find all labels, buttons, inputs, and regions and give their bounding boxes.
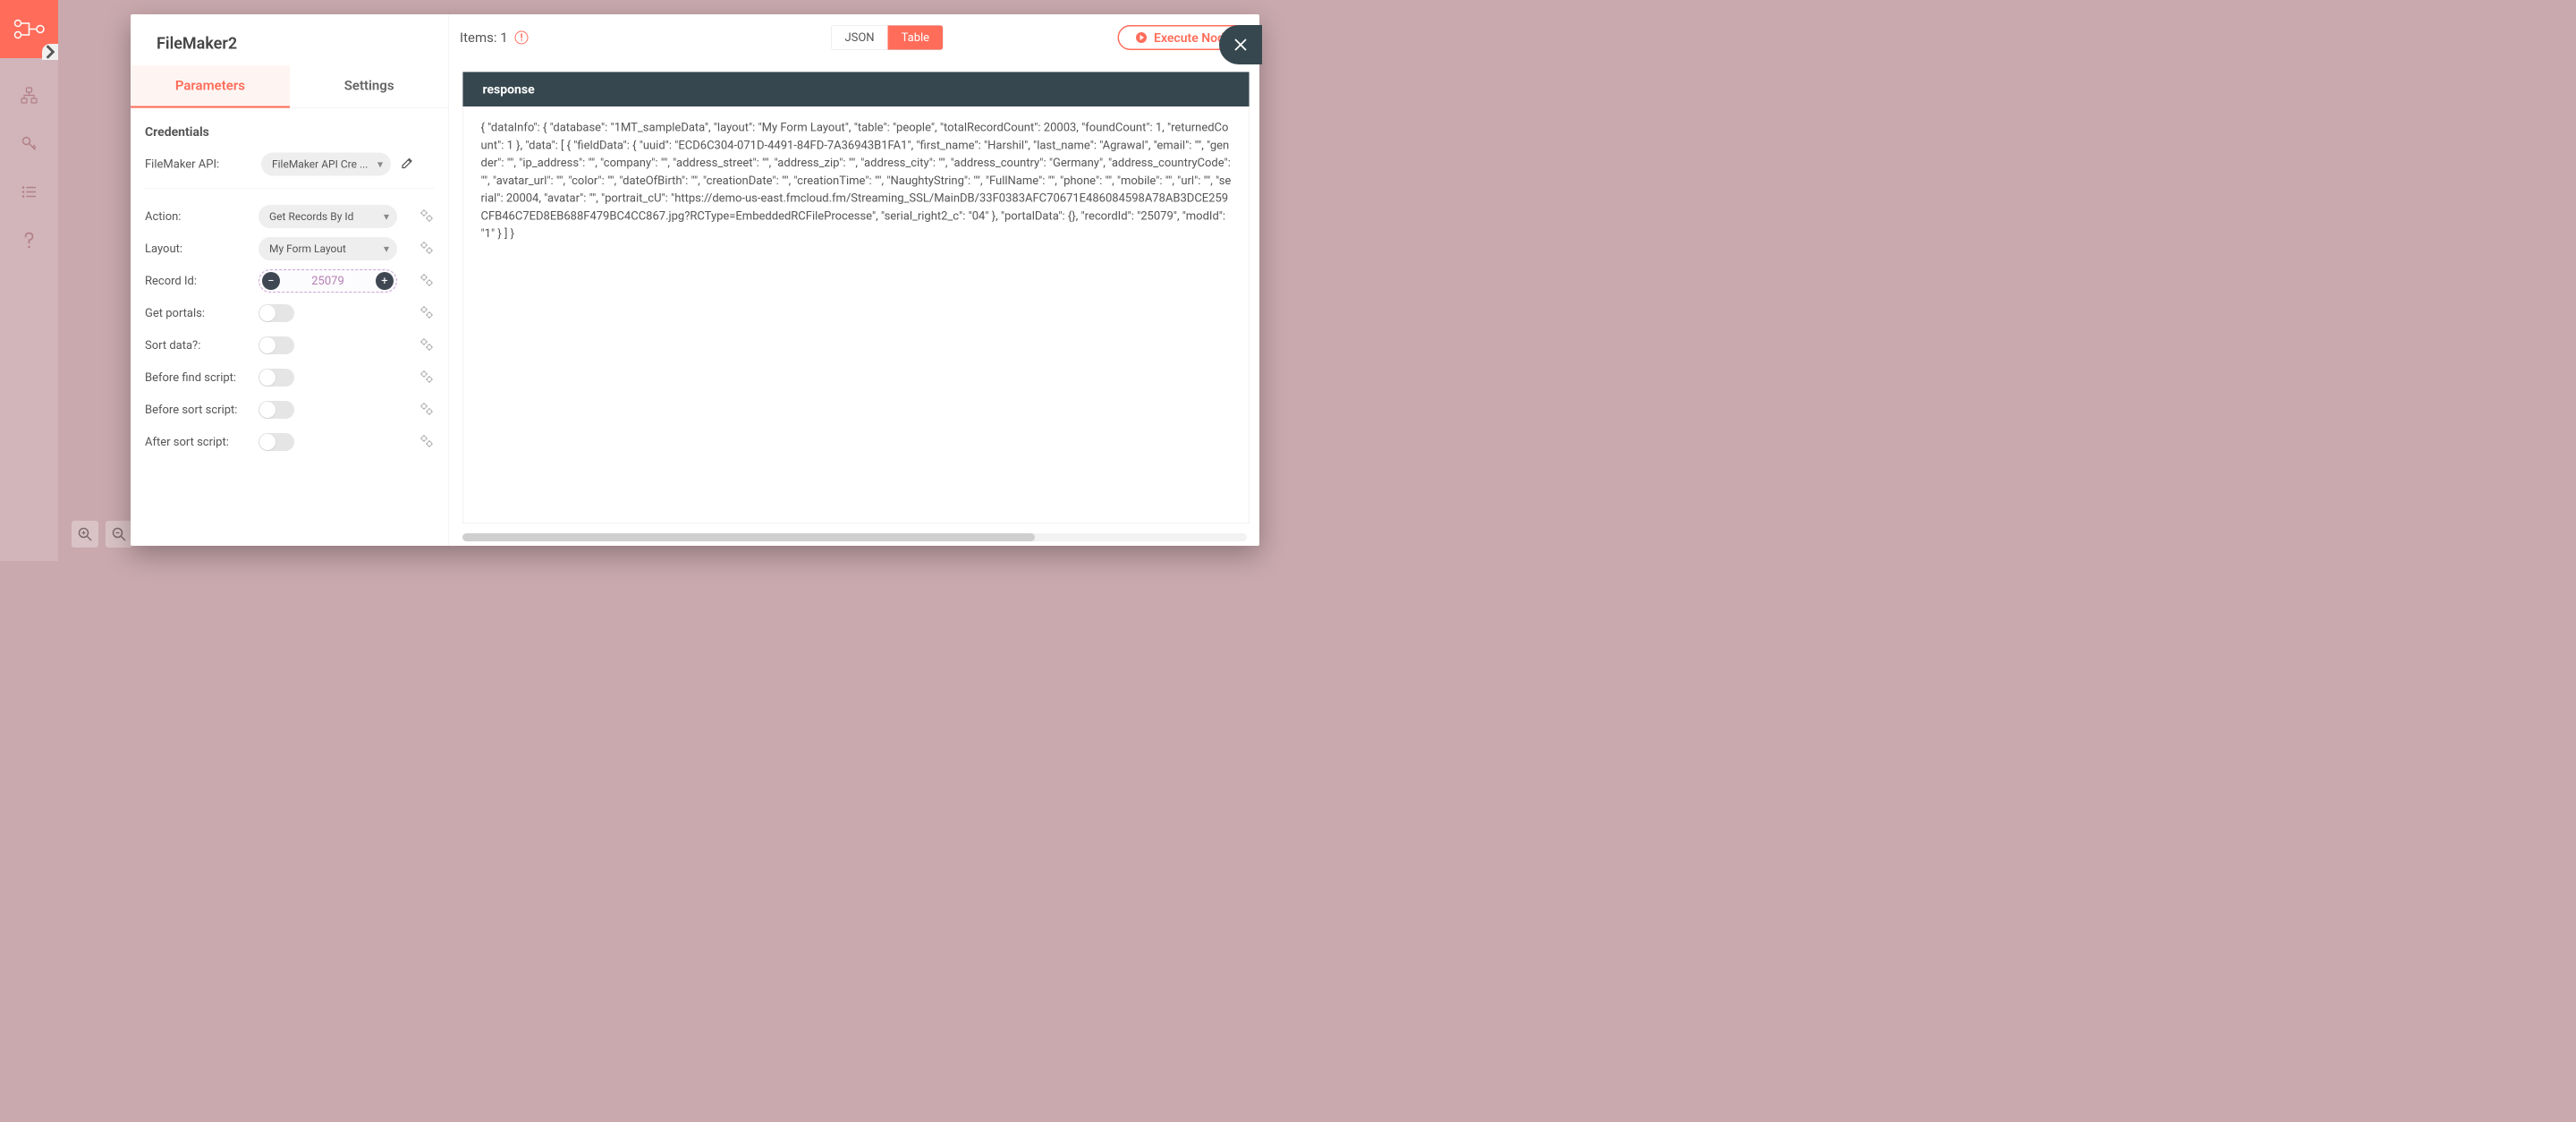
node-title: FileMaker2 <box>131 14 449 65</box>
before-sort-label: Before sort script: <box>145 404 258 417</box>
zoom-out-button[interactable] <box>106 521 132 548</box>
action-select[interactable]: Get Records By Id ▾ <box>258 205 397 228</box>
view-toggle: JSON Table <box>831 25 944 50</box>
sidebar-item-workflows[interactable] <box>18 84 40 106</box>
key-icon <box>21 135 38 152</box>
layout-label: Layout: <box>145 242 258 256</box>
tab-parameters[interactable]: Parameters <box>131 65 290 108</box>
panel-tabs: Parameters Settings <box>131 65 449 108</box>
scrollbar-thumb[interactable] <box>462 533 1035 541</box>
credentials-label: FileMaker API: <box>145 157 261 171</box>
response-area: response { "dataInfo": { "database": "1M… <box>462 72 1250 523</box>
chevron-down-icon: ▾ <box>377 158 383 171</box>
before-sort-toggle[interactable] <box>258 401 294 419</box>
before-find-label: Before find script: <box>145 371 258 385</box>
before-find-toggle[interactable] <box>258 369 294 387</box>
decrement-button[interactable]: − <box>262 272 280 290</box>
action-options[interactable] <box>419 208 435 225</box>
logo-icon <box>13 18 45 40</box>
sidebar-item-credentials[interactable] <box>18 132 40 155</box>
credentials-select[interactable]: FileMaker API Cre ... ▾ <box>261 153 391 176</box>
info-badge[interactable]: ! <box>515 31 529 45</box>
view-table-button[interactable]: Table <box>888 26 943 50</box>
record-id-label: Record Id: <box>145 275 258 288</box>
layout-select[interactable]: My Form Layout ▾ <box>258 237 397 260</box>
zoom-out-icon <box>112 527 127 542</box>
close-button[interactable] <box>1219 25 1262 64</box>
layout-options[interactable] <box>419 241 435 258</box>
record-id-value[interactable]: 25079 <box>280 275 376 288</box>
gear-icon <box>419 370 435 385</box>
record-id-stepper[interactable]: − 25079 + <box>258 269 397 293</box>
get-portals-options[interactable] <box>419 305 435 322</box>
increment-button[interactable]: + <box>376 272 394 290</box>
gear-icon <box>419 305 435 320</box>
edit-credentials-button[interactable] <box>401 157 413 172</box>
sort-data-label: Sort data?: <box>145 339 258 353</box>
sort-data-toggle[interactable] <box>258 336 294 354</box>
sidebar-item-help[interactable] <box>18 229 40 251</box>
gear-icon <box>419 434 435 449</box>
output-panel: Items: 1 ! JSON Table Execute Node respo… <box>449 14 1259 546</box>
after-sort-toggle[interactable] <box>258 433 294 451</box>
zoom-in-icon <box>78 527 93 542</box>
gear-icon <box>419 337 435 353</box>
after-sort-options[interactable] <box>419 434 435 451</box>
pencil-icon <box>401 157 413 170</box>
chevron-down-icon: ▾ <box>384 210 389 223</box>
before-sort-options[interactable] <box>419 402 435 419</box>
sidebar <box>0 0 58 561</box>
horizontal-scrollbar[interactable] <box>462 533 1247 541</box>
credentials-heading: Credentials <box>145 124 435 140</box>
app-logo[interactable] <box>0 0 58 58</box>
zoom-in-button[interactable] <box>72 521 98 548</box>
zoom-controls <box>72 521 132 548</box>
play-icon <box>1135 31 1148 44</box>
action-value: Get Records By Id <box>269 210 353 223</box>
get-portals-label: Get portals: <box>145 307 258 320</box>
node-editor-modal: FileMaker2 Parameters Settings Credentia… <box>131 14 1259 546</box>
response-body[interactable]: { "dataInfo": { "database": "1MT_sampleD… <box>463 106 1250 523</box>
close-icon <box>1232 36 1250 54</box>
list-icon <box>21 183 38 200</box>
parameters-panel: FileMaker2 Parameters Settings Credentia… <box>131 14 449 546</box>
tab-settings[interactable]: Settings <box>290 65 449 108</box>
layout-value: My Form Layout <box>269 242 346 255</box>
gear-icon <box>419 241 435 256</box>
action-label: Action: <box>145 210 258 224</box>
get-portals-toggle[interactable] <box>258 304 294 322</box>
gear-icon <box>419 273 435 288</box>
view-json-button[interactable]: JSON <box>831 26 887 50</box>
help-icon <box>22 232 37 250</box>
sidebar-item-executions[interactable] <box>18 181 40 203</box>
credentials-value: FileMaker API Cre ... <box>272 158 368 171</box>
chevron-right-icon <box>42 41 58 64</box>
record-id-options[interactable] <box>419 273 435 290</box>
sidebar-toggle[interactable] <box>42 44 58 60</box>
chevron-down-icon: ▾ <box>384 242 389 255</box>
before-find-options[interactable] <box>419 370 435 387</box>
response-heading: response <box>463 72 1250 107</box>
after-sort-label: After sort script: <box>145 436 258 449</box>
gear-icon <box>419 208 435 224</box>
sort-data-options[interactable] <box>419 337 435 354</box>
gear-icon <box>419 402 435 417</box>
items-count: Items: 1 <box>460 30 508 46</box>
workflow-icon <box>21 87 38 105</box>
